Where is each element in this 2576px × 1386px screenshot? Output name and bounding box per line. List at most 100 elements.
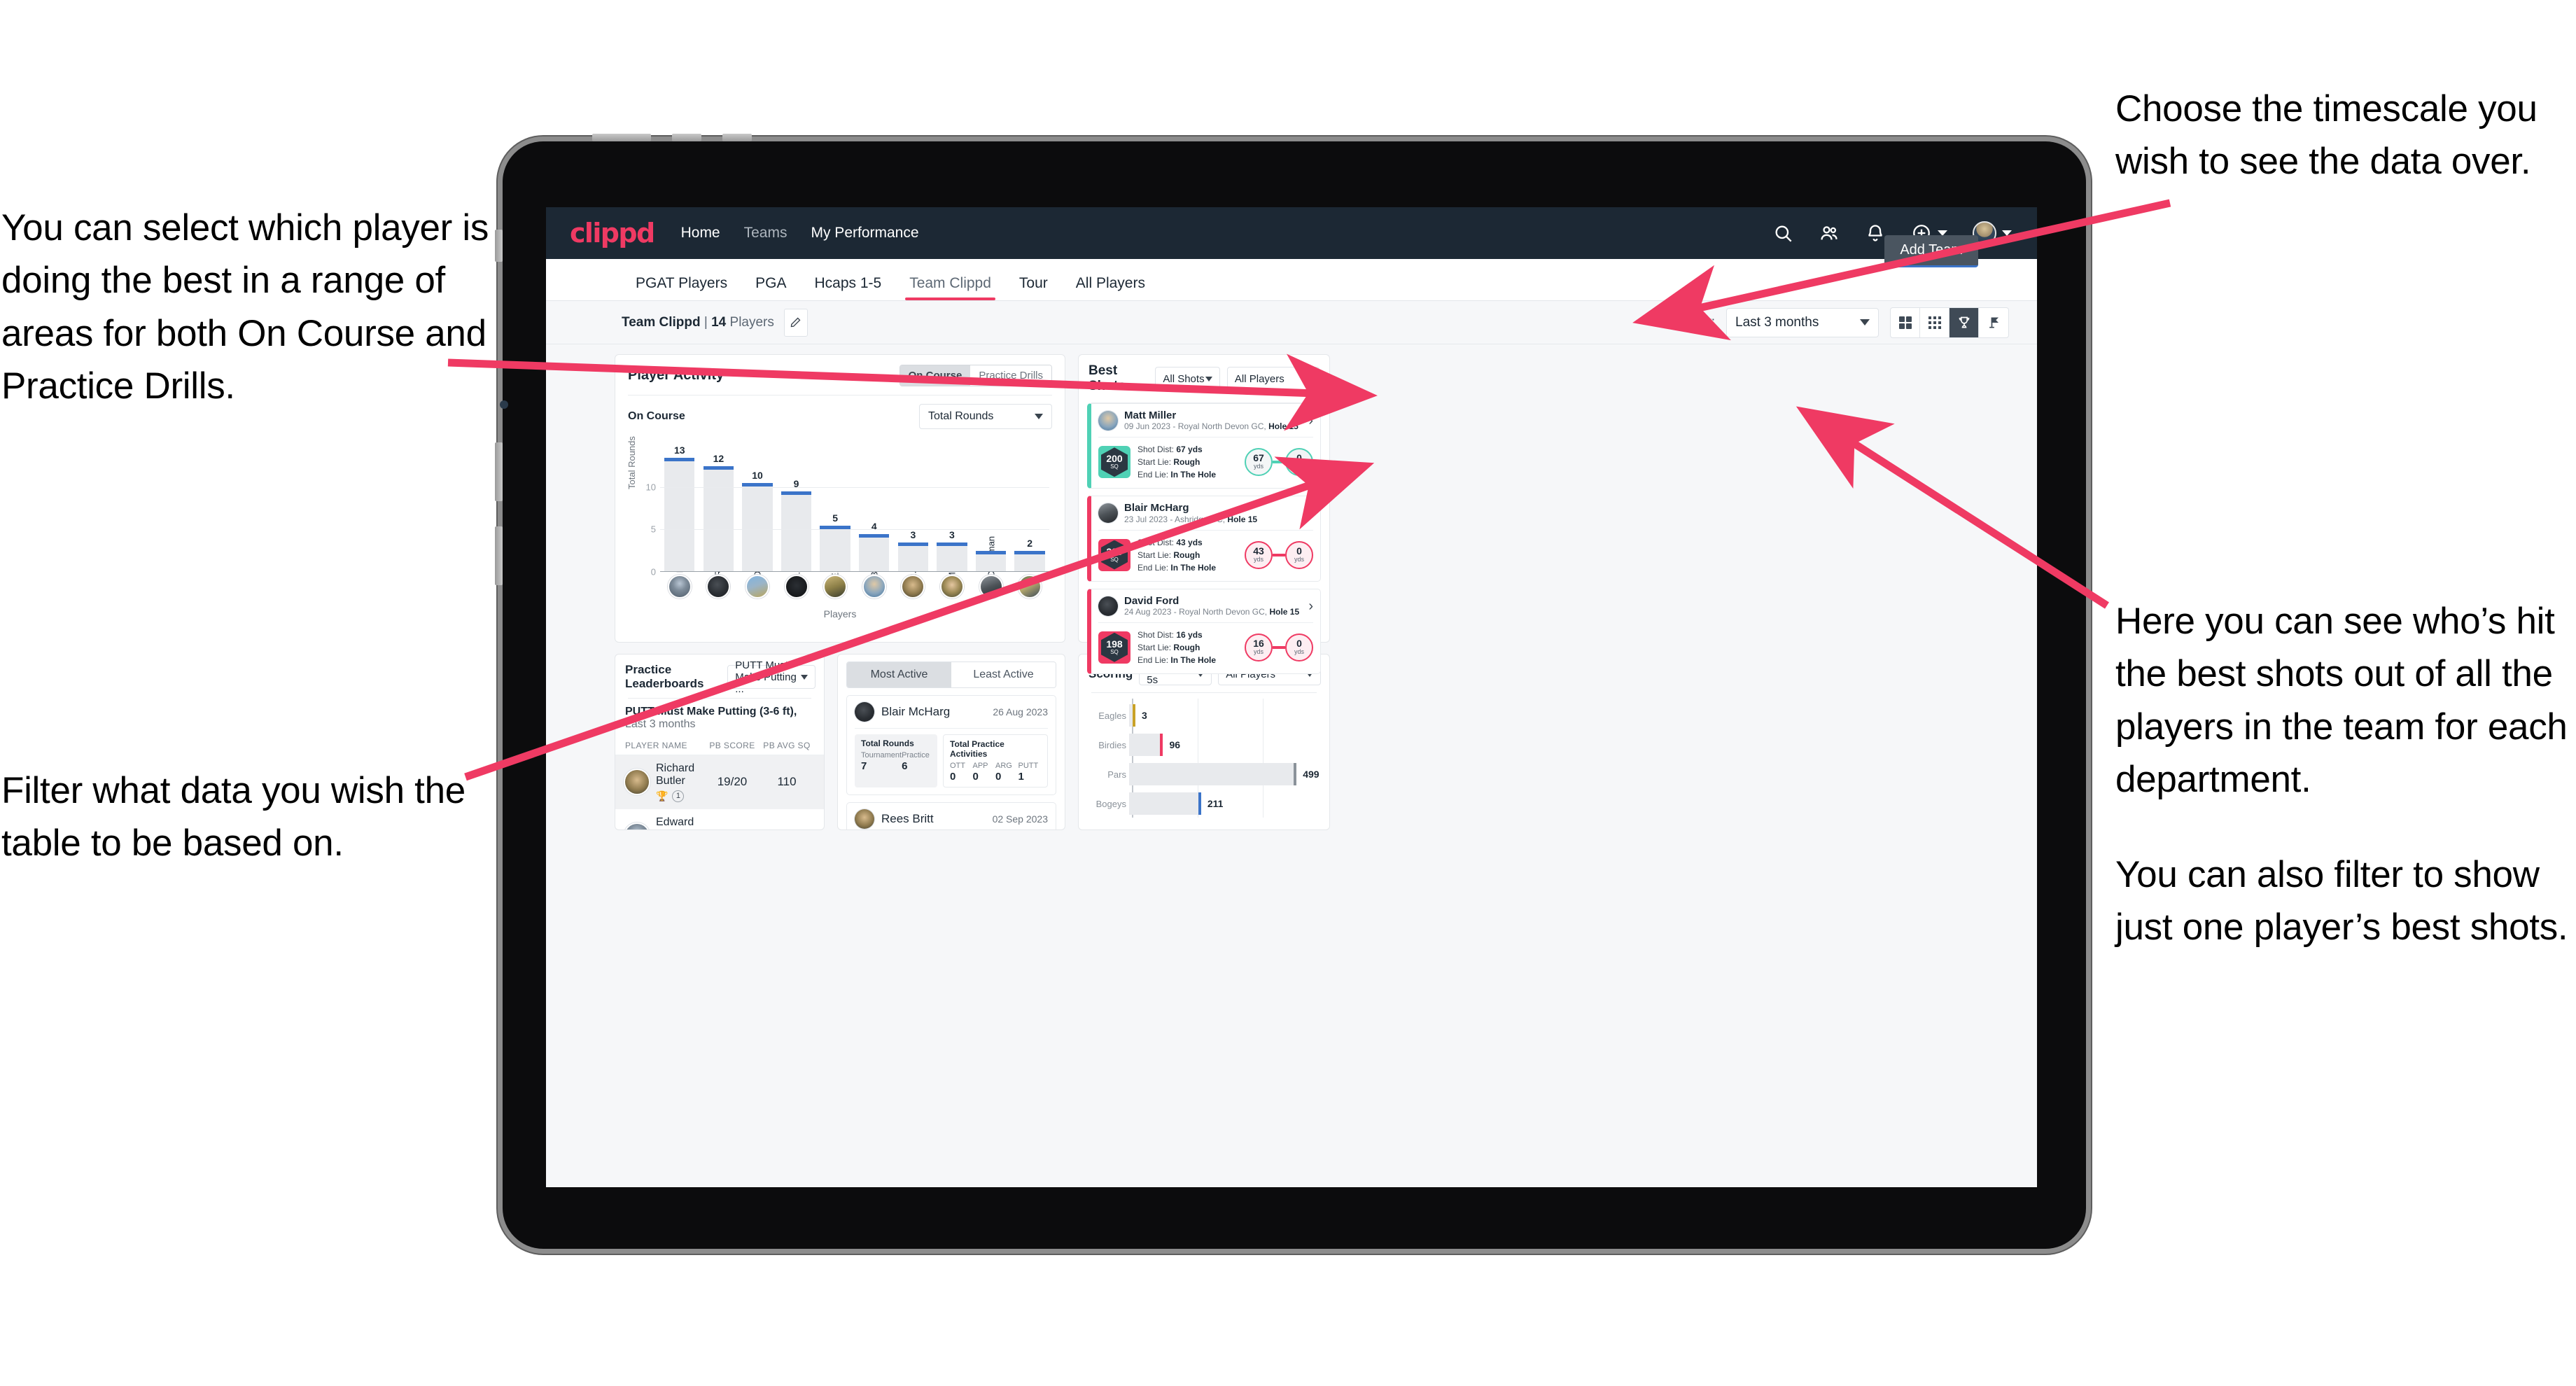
chevron-right-icon[interactable]: › [1308,414,1313,428]
player-avatar[interactable] [625,770,649,794]
tab-tour[interactable]: Tour [1005,275,1062,300]
nav-link-teams[interactable]: Teams [744,225,788,241]
best-shot-item[interactable]: Blair McHarg 23 Jul 2023 - Ashridge GC, H… [1087,496,1321,582]
shot-filter-value: All Shots [1163,372,1205,385]
chart-bar-group[interactable]: 13B. McHarg [660,444,699,586]
player-avatar[interactable] [1098,596,1118,616]
player-avatar[interactable] [855,809,874,829]
player-avatar[interactable] [667,575,692,598]
dashboard-content: Player Activity On Course Practice Drill… [546,344,2037,830]
best-shot-item[interactable]: Matt Miller 09 Jun 2023 - Royal North Dev… [1087,403,1321,489]
end-distance-circle: 0 yds [1285,633,1313,662]
chevron-right-icon[interactable]: › [1308,506,1313,520]
player-avatar[interactable] [1018,575,1042,598]
practice-leaderboards-card: Practice Leaderboards PUTT Must Make Put… [615,654,825,830]
tab-team-clippd[interactable]: Team Clippd [895,275,1005,300]
list-item[interactable]: Blair McHarg 26 Aug 2023 Total Rounds Tourn… [846,695,1056,795]
total-practice-block: Total Practice Activities OTT 0 APP 0 ARG 0 PUT… [943,734,1048,788]
chart-bar[interactable] [975,550,1007,571]
nav-link-my-performance[interactable]: My Performance [811,225,918,241]
player-avatar[interactable] [855,702,874,722]
chart-bar[interactable] [897,542,929,571]
player-avatar[interactable] [625,824,649,830]
chart-bar-group[interactable]: 3M. Miller [932,453,972,582]
flag-icon-button[interactable] [1979,308,2008,337]
chart-baseline [660,571,1049,572]
activity-player-name: Rees Britt [881,812,934,825]
search-icon[interactable] [1772,223,1793,244]
clippd-logo[interactable]: clippd [570,218,655,248]
timescale-select[interactable]: Last 3 months [1726,307,1879,337]
scoring-bar-value: 3 [1142,710,1147,721]
scoring-bar-row[interactable]: Pars 499 [1088,760,1320,788]
chart-bar-group[interactable]: 5E. Ebert [816,453,855,580]
edit-team-button[interactable] [783,308,808,337]
add-team-button[interactable]: Add Team [1884,235,1978,267]
best-shot-details: Shot Dist: 67 yds Start Lie: Rough End Lie… [1138,443,1216,481]
player-avatar[interactable] [979,575,1003,598]
practice-value: 0 [972,771,979,783]
tab-hcaps-1-5[interactable]: Hcaps 1-5 [800,275,895,300]
chart-bar-group[interactable]: 3R. Butler [894,453,933,582]
tab-pgat-players[interactable]: PGAT Players [622,275,741,300]
people-icon[interactable] [1819,223,1840,244]
best-shots-player-filter[interactable]: All Players [1226,367,1320,391]
shot-dist-label: Shot Dist: [1138,629,1177,640]
player-avatar[interactable] [939,575,964,598]
chart-bar-group[interactable]: 10D. Ford [738,453,777,580]
chart-bar[interactable] [703,466,734,571]
chart-bar[interactable] [1014,550,1046,571]
table-row[interactable]: Richard Butler 🏆 1 19/20 110 [615,755,824,809]
grid-small-icon-button[interactable] [1920,307,1949,337]
grid-large-icon-button[interactable] [1891,307,1920,337]
best-shot-item[interactable]: David Ford 24 Aug 2023 - Royal North Devo… [1087,588,1321,674]
chart-bar[interactable] [820,525,851,571]
tab-least-active[interactable]: Least Active [951,662,1056,687]
player-avatar[interactable] [901,575,925,598]
trophy-icon: 🏆 [656,790,668,802]
chart-bar[interactable] [937,542,967,571]
chevron-down-icon-profile[interactable] [2002,230,2012,236]
bar-value-label: 4 [871,520,877,532]
nav-link-home[interactable]: Home [681,225,720,241]
scoring-bar-row[interactable]: Birdies 96 [1088,731,1320,759]
scoring-bar-row[interactable]: Eagles 3 [1088,701,1320,729]
tab-most-active[interactable]: Most Active [847,662,951,687]
chart-bar-group[interactable]: 12R. Britt [699,453,738,578]
list-item[interactable]: Rees Britt02 Sep 2023Total RoundsTournam… [846,802,1056,830]
bell-icon[interactable] [1865,223,1886,244]
leaderboard-player-name: Richard Butler [656,762,695,788]
trophy-icon-button[interactable] [1949,307,1979,337]
drill-subtitle: PUTT Must Make Putting (3-6 ft), Last 3 … [615,699,824,736]
player-avatar[interactable] [1098,411,1118,431]
scoring-bar-row[interactable]: Bogeys 211 [1088,790,1320,818]
tab-pga[interactable]: PGA [741,275,800,300]
toggle-practice-drills[interactable]: Practice Drills [970,365,1051,386]
chart-bar[interactable] [859,533,890,571]
player-avatar[interactable] [784,575,808,598]
drill-select[interactable]: PUTT Must Make Putting ... [727,659,816,695]
chart-bar-group[interactable]: 9J. Coles [777,453,816,580]
toggle-on-course[interactable]: On Course [899,365,971,386]
chart-bar-group[interactable]: 4D. Billingham [855,453,894,591]
player-filter-value: All Players [1234,372,1284,385]
chart-bar-group[interactable]: 2 [1010,453,1049,571]
player-avatar[interactable] [706,575,731,598]
best-shot-player-name: David Ford [1124,594,1180,607]
chevron-right-icon[interactable]: › [1308,599,1313,613]
scoring-bar-value: 96 [1169,739,1181,750]
player-avatar[interactable] [745,575,769,598]
chart-bar[interactable] [664,458,695,571]
player-avatar[interactable] [1098,503,1118,524]
best-shot-meta: 24 Aug 2023 - Royal North Devon GC, Hole… [1124,607,1299,617]
table-row[interactable]: Edward Crossman🏆218/20107 [615,809,824,830]
chart-bar-group[interactable]: 2E. Crossman [972,453,1011,591]
tab-all-players[interactable]: All Players [1062,275,1159,300]
chart-bar[interactable] [780,491,812,571]
metric-select[interactable]: Total Rounds [919,404,1052,429]
player-avatar[interactable] [862,575,886,598]
best-shots-shot-filter[interactable]: All Shots [1155,367,1220,391]
player-avatar[interactable] [823,575,848,598]
scoring-bar [1129,734,1163,756]
start-lie-label: Start Lie: [1138,457,1174,468]
